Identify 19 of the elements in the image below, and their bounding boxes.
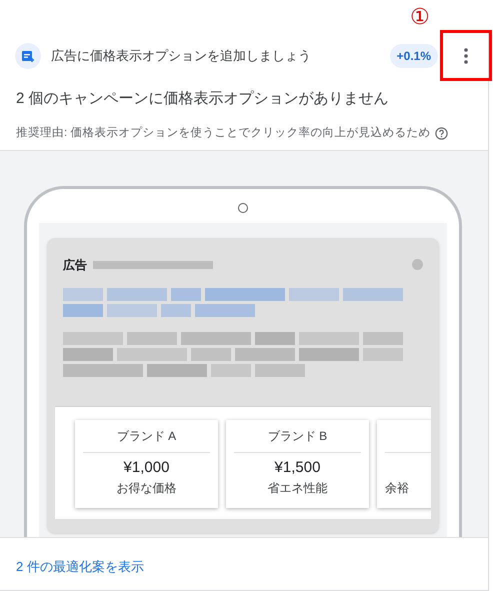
highlight-frame [440, 30, 492, 81]
more-options-icon [464, 48, 468, 64]
recommendation-title: 広告に価格表示オプションを追加しましょう [51, 47, 312, 66]
price-description: 余裕 [385, 480, 409, 497]
annotation-number: ① [410, 6, 430, 28]
reason-text: 推奨理由: 価格表示オプションを使うことでクリック率の向上が見込めるため [16, 125, 430, 140]
price-description: お得な価格 [116, 480, 176, 497]
brand-name: ブランド B [268, 428, 328, 445]
brand-name: ブランド A [116, 428, 176, 445]
headline: 2 個のキャンペーンに価格表示オプションがありません [15, 89, 390, 109]
add-ad-icon [15, 43, 41, 69]
uplift-badge: +0.1% [390, 44, 438, 68]
help-icon[interactable] [435, 126, 448, 140]
view-suggestions-link[interactable]: 2 件の最適化案を表示 [16, 558, 144, 574]
info-icon [412, 259, 423, 270]
price: ¥1,000 [124, 458, 170, 478]
price-description: 省エネ性能 [268, 480, 328, 497]
ad-label: 広告 [63, 256, 87, 274]
price: ¥1,500 [274, 458, 320, 478]
